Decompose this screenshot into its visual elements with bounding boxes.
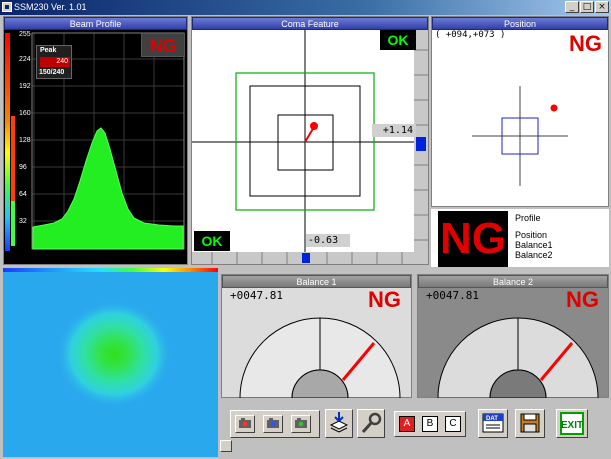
heatmap-color-scale bbox=[3, 268, 218, 272]
coma-title: Coma Feature bbox=[192, 17, 428, 30]
overall-status: NG bbox=[438, 211, 508, 267]
y-tick: 96 bbox=[19, 164, 27, 171]
app-icon bbox=[2, 2, 12, 12]
data-file-icon: DAT bbox=[482, 413, 504, 433]
exit-button[interactable]: EXIT bbox=[556, 409, 588, 438]
summary-item: Balance1 bbox=[515, 240, 553, 250]
position-title: Position bbox=[432, 17, 608, 30]
balance2-panel: Balance 2 +0047.81 NG bbox=[417, 274, 609, 398]
window-title: SSM230 Ver. 1.01 bbox=[14, 2, 87, 12]
coma-status-top: OK bbox=[380, 30, 416, 50]
mode-a-button[interactable]: A bbox=[399, 416, 415, 432]
camera2-button[interactable] bbox=[263, 415, 283, 433]
maximize-button[interactable]: □ bbox=[580, 1, 594, 13]
camera-icon bbox=[295, 418, 307, 428]
coma-point bbox=[310, 122, 318, 130]
minimize-button[interactable]: _ bbox=[565, 1, 579, 13]
coma-plot bbox=[192, 30, 428, 264]
wrench-icon bbox=[361, 412, 382, 434]
peak-value: 240 bbox=[40, 57, 70, 67]
app-window: SSM230 Ver. 1.01 _ □ × Beam Profile 255 … bbox=[0, 0, 611, 459]
resize-handle[interactable] bbox=[220, 440, 232, 452]
beam-heatmap bbox=[3, 268, 218, 457]
data-button-label: DAT bbox=[486, 416, 498, 422]
data-button[interactable]: DAT bbox=[478, 409, 508, 438]
y-tick: 255 bbox=[19, 31, 31, 38]
coma-x-readout: -0.63 bbox=[306, 234, 350, 247]
y-tick: 224 bbox=[19, 56, 31, 63]
camera-icon bbox=[267, 418, 279, 428]
close-button[interactable]: × bbox=[595, 1, 609, 13]
position-panel: Position ( +094,+073 ) NG bbox=[431, 16, 609, 207]
y-tick: 128 bbox=[19, 137, 31, 144]
camera3-button[interactable] bbox=[291, 415, 311, 433]
mode-b-button[interactable]: B bbox=[422, 416, 438, 432]
balance2-gauge bbox=[437, 317, 599, 398]
settings-button[interactable] bbox=[357, 409, 385, 438]
beam-profile-chart: 255 224 192 160 128 96 64 32 bbox=[5, 31, 185, 251]
coma-y-indicator bbox=[416, 137, 426, 151]
save-button[interactable] bbox=[515, 409, 545, 438]
beam-profile-title: Beam Profile bbox=[4, 17, 187, 30]
camera-icon bbox=[239, 418, 251, 428]
summary-item: Profile bbox=[515, 213, 541, 223]
beam-status-badge: NG bbox=[141, 33, 185, 57]
exit-icon: EXIT bbox=[560, 412, 584, 435]
color-scale-bar bbox=[5, 33, 10, 251]
coma-status-bottom: OK bbox=[194, 231, 230, 251]
beam-profile-curve bbox=[32, 127, 184, 250]
y-tick: 32 bbox=[19, 218, 27, 225]
coma-feature-panel: Coma Feature OK OK +1.14 -0.63 bbox=[191, 16, 429, 265]
peak-box: Peak 240 150/240 bbox=[36, 45, 72, 79]
exit-label: EXIT bbox=[561, 420, 583, 431]
coma-x-indicator bbox=[302, 253, 310, 263]
beam-spot bbox=[56, 300, 172, 408]
summary-panel: NG Profile Position Balance1 Balance2 bbox=[431, 209, 609, 267]
camera-group bbox=[230, 410, 320, 438]
summary-item: Balance2 bbox=[515, 250, 553, 260]
title-bar: SSM230 Ver. 1.01 _ □ × bbox=[0, 0, 611, 15]
heatmap-image bbox=[56, 300, 172, 408]
position-plot bbox=[472, 86, 568, 186]
mode-group: A B C bbox=[394, 411, 466, 437]
camera1-button[interactable] bbox=[235, 415, 255, 433]
capture-button[interactable] bbox=[325, 409, 353, 438]
peak-label: Peak bbox=[40, 47, 57, 54]
y-tick: 192 bbox=[19, 83, 31, 90]
mode-c-button[interactable]: C bbox=[445, 416, 461, 432]
level-marker-green bbox=[11, 201, 15, 246]
y-tick: 160 bbox=[19, 110, 31, 117]
balance1-panel: Balance 1 +0047.81 NG bbox=[221, 274, 412, 398]
floppy-disk-icon bbox=[520, 413, 540, 433]
layers-download-icon bbox=[329, 412, 349, 433]
summary-item: Position bbox=[515, 230, 548, 240]
y-tick: 64 bbox=[19, 191, 27, 198]
position-point bbox=[550, 104, 558, 112]
coma-y-readout: +1.14 bbox=[372, 124, 416, 137]
balance1-gauge bbox=[239, 317, 401, 398]
peak-ratio: 150/240 bbox=[39, 69, 65, 76]
beam-profile-panel: Beam Profile 255 224 192 160 128 96 64 3… bbox=[3, 16, 188, 265]
